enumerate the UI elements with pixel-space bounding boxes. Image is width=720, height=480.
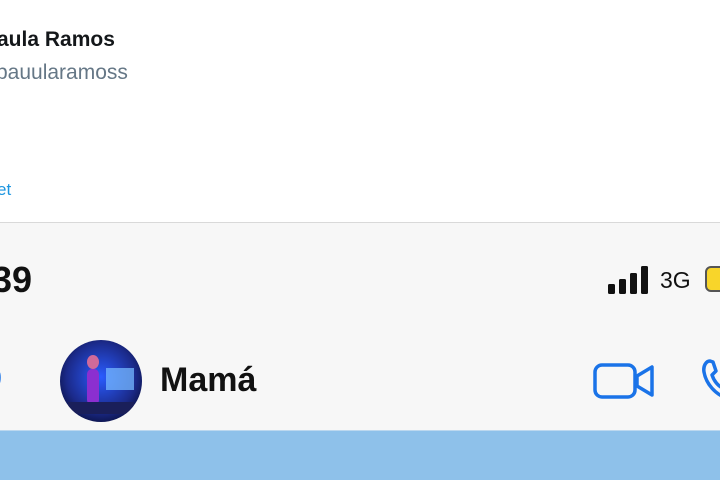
display-name[interactable]: aula Ramos <box>0 28 115 52</box>
tweet-link[interactable]: et <box>0 180 11 200</box>
back-button[interactable]: 9 <box>0 363 2 396</box>
phone-screenshot: 39 3G 9 Mamá <box>0 223 720 480</box>
phone-call-icon[interactable] <box>700 358 720 402</box>
user-handle[interactable]: pauularamoss <box>0 61 128 85</box>
avatar-image <box>60 340 142 422</box>
chat-background <box>0 430 720 480</box>
tweet-header: aula Ramos pauularamoss et <box>0 0 720 222</box>
battery-icon <box>705 266 720 292</box>
signal-icon <box>608 266 648 294</box>
network-type: 3G <box>660 267 691 293</box>
contact-name[interactable]: Mamá <box>160 361 256 400</box>
status-time: 39 <box>0 259 33 300</box>
avatar[interactable] <box>60 340 142 422</box>
video-call-icon[interactable] <box>593 361 655 401</box>
